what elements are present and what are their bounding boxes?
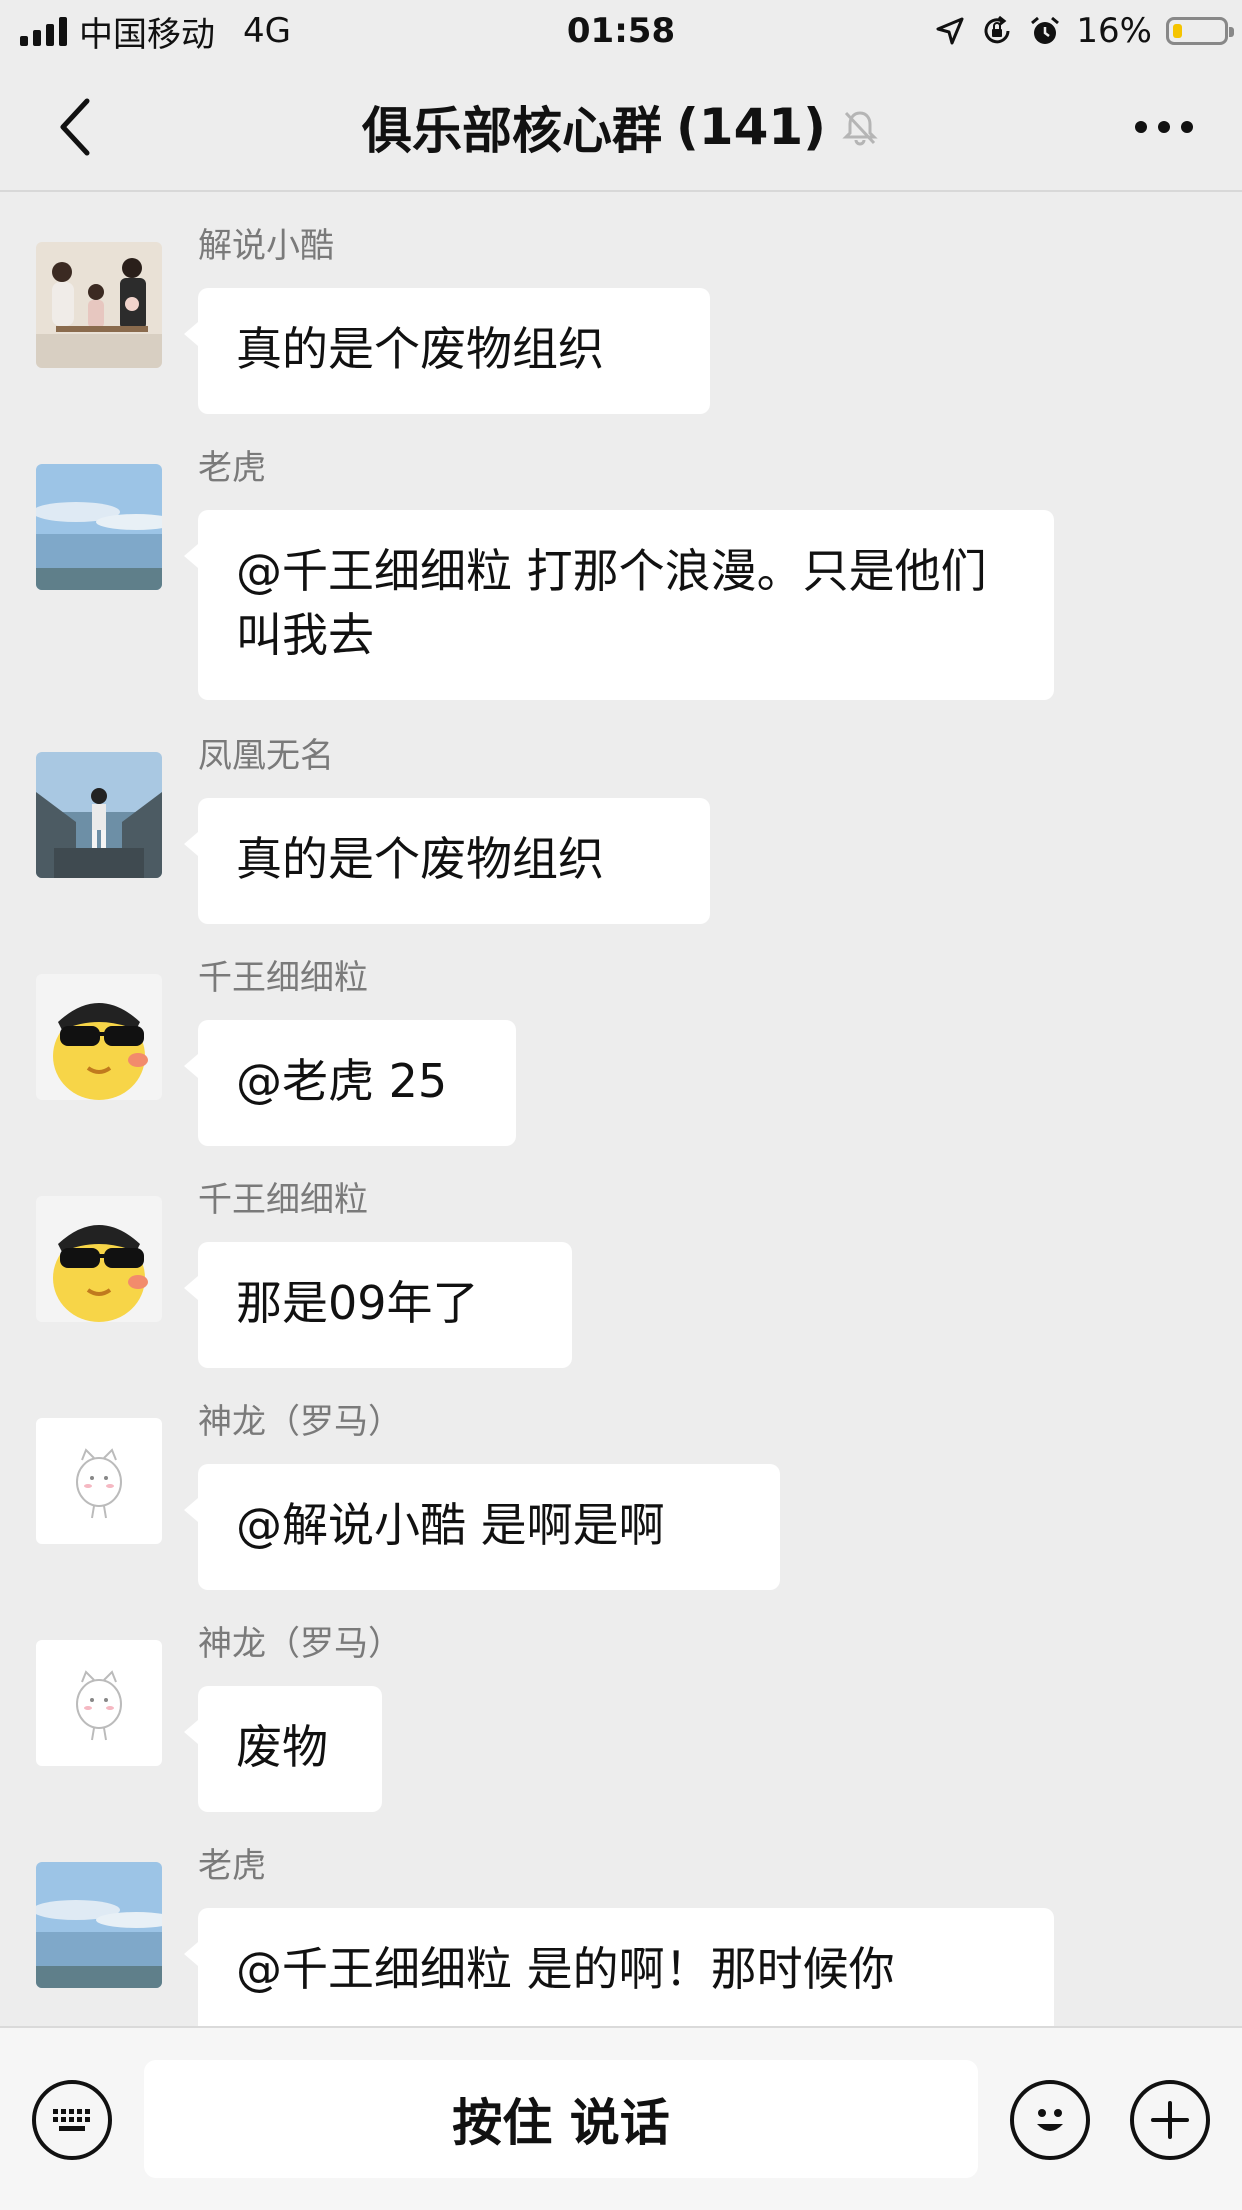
alarm-clock-icon	[1031, 16, 1060, 44]
status-right: 16%	[934, 8, 1234, 54]
cool-duck-avatar[interactable]	[36, 1196, 162, 1322]
message-bubble[interactable]: @千王细细粒 是的啊！那时候你	[184, 1908, 1054, 2026]
message-bubble[interactable]: 真的是个废物组织	[184, 798, 710, 924]
keyboard-toggle-button[interactable]	[32, 2080, 112, 2160]
chat-message-list[interactable]: 解说小酷 真的是个废物组织 老虎 @千王细细粒 打那个浪漫。只是他们叫我去 凤凰…	[0, 192, 1242, 2026]
sender-name: 凤凰无名	[198, 736, 334, 776]
keyboard-icon	[53, 2109, 90, 2131]
more-options-button[interactable]	[1124, 92, 1204, 162]
child-on-bridge-avatar[interactable]	[36, 752, 162, 878]
message-bubble[interactable]: @老虎 25	[184, 1020, 516, 1146]
cartoon-cat-avatar[interactable]	[36, 1418, 162, 1544]
sender-name: 神龙（罗马）	[198, 1624, 402, 1664]
input-bar: 按住 说话	[0, 2026, 1242, 2210]
sea-landscape-avatar[interactable]	[36, 1862, 162, 1988]
cartoon-cat-avatar[interactable]	[36, 1640, 162, 1766]
group-name: 俱乐部核心群	[361, 102, 662, 160]
sender-name: 老虎	[198, 1846, 266, 1886]
sender-name: 千王细细粒	[198, 1180, 368, 1220]
message-bubble[interactable]: 那是09年了	[184, 1242, 572, 1368]
sender-name: 千王细细粒	[198, 958, 368, 998]
message-bubble[interactable]: 废物	[184, 1686, 382, 1812]
cool-duck-avatar[interactable]	[36, 974, 162, 1100]
nav-bar: 俱乐部核心群 (141)	[0, 62, 1242, 192]
rotation-lock-icon	[984, 15, 1010, 44]
mute-bell-icon	[842, 111, 878, 146]
battery-icon	[1166, 17, 1234, 45]
hold-to-talk-button[interactable]: 按住 说话	[144, 2060, 978, 2178]
emoji-smile-icon	[1037, 2109, 1063, 2131]
sea-landscape-avatar[interactable]	[36, 464, 162, 590]
family-photo-avatar[interactable]	[36, 242, 162, 368]
sender-name: 神龙（罗马）	[198, 1402, 402, 1442]
message-bubble[interactable]: 真的是个废物组织	[184, 288, 710, 414]
sender-name: 解说小酷	[198, 226, 334, 266]
sender-name: 老虎	[198, 448, 266, 488]
member-count: (141)	[675, 98, 827, 156]
plus-icon	[1151, 2101, 1189, 2139]
message-bubble[interactable]: @解说小酷 是啊是啊	[184, 1464, 780, 1590]
location-arrow-icon	[936, 17, 964, 45]
more-functions-button[interactable]	[1130, 2080, 1210, 2160]
battery-percent: 16%	[1076, 11, 1152, 51]
chat-title: 俱乐部核心群 (141)	[0, 92, 1242, 162]
status-bar: 中国移动 4G 01:58 16%	[0, 0, 1242, 62]
message-bubble[interactable]: @千王细细粒 打那个浪漫。只是他们叫我去	[184, 510, 1054, 700]
emoji-button[interactable]	[1010, 2080, 1090, 2160]
more-dots-icon	[1135, 121, 1193, 133]
